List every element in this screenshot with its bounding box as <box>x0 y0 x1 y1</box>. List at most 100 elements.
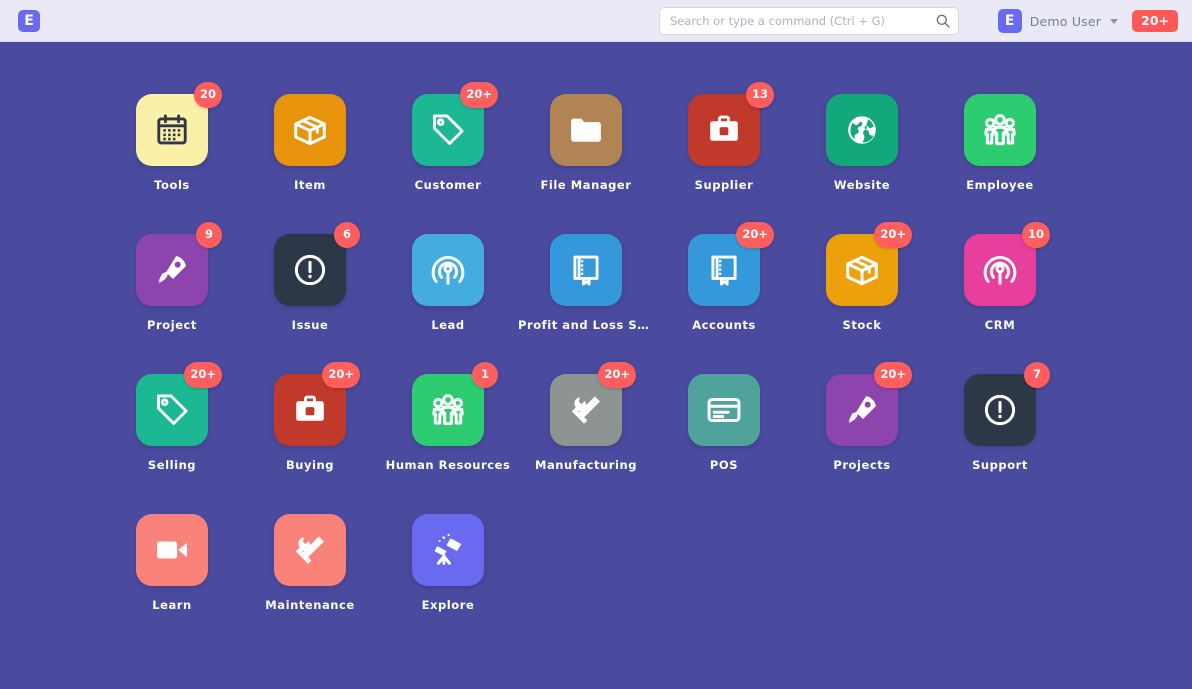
app-tile[interactable]: Employee <box>931 94 1069 234</box>
search-container <box>659 7 959 35</box>
app-tile-icon-wrap: 20+ <box>688 234 760 306</box>
app-tile-label: Support <box>972 458 1028 472</box>
app-tile-label: Project <box>147 318 197 332</box>
app-tile-icon-wrap: 20+ <box>550 374 622 446</box>
app-tile-label: Accounts <box>692 318 756 332</box>
app-tile-icon-wrap <box>688 374 760 446</box>
app-tile-icon-wrap: 20+ <box>412 94 484 166</box>
app-tile-icon-wrap: 20+ <box>826 234 898 306</box>
app-tile-icon-wrap: 13 <box>688 94 760 166</box>
app-tile[interactable]: Explore <box>379 514 517 654</box>
app-tile-icon-wrap: 1 <box>412 374 484 446</box>
app-tile[interactable]: Learn <box>103 514 241 654</box>
app-tile[interactable]: 20 Tools <box>103 94 241 234</box>
tools-icon <box>274 514 346 586</box>
app-tile[interactable]: 7 Support <box>931 374 1069 514</box>
app-tile-badge: 20+ <box>598 362 636 388</box>
app-tile-icon-wrap <box>412 514 484 586</box>
app-tile-badge: 20+ <box>460 82 498 108</box>
app-tile-badge: 10 <box>1022 222 1050 248</box>
app-tile-label: Learn <box>152 598 192 612</box>
top-navbar: E E Demo User 20+ <box>0 0 1192 42</box>
app-tile-label: Buying <box>286 458 334 472</box>
app-tile-label: Stock <box>843 318 882 332</box>
rocket-icon <box>136 234 208 306</box>
app-tile-icon-wrap <box>136 514 208 586</box>
app-tile[interactable]: 9Project <box>103 234 241 374</box>
app-tile[interactable]: 20+ Projects <box>793 374 931 514</box>
app-tile-icon-wrap <box>274 514 346 586</box>
video-icon <box>136 514 208 586</box>
app-tile-badge: 13 <box>746 82 774 108</box>
alert-icon <box>964 374 1036 446</box>
app-tile[interactable]: 20+ Accounts <box>655 234 793 374</box>
app-tile[interactable]: 13Supplier <box>655 94 793 234</box>
app-tile[interactable]: 20+Buying <box>241 374 379 514</box>
app-tile-badge: 7 <box>1024 362 1050 388</box>
app-tile-badge: 20+ <box>184 362 222 388</box>
app-tile-icon-wrap: 20+ <box>136 374 208 446</box>
app-tile[interactable]: 10CRM <box>931 234 1069 374</box>
app-tile[interactable]: Item <box>241 94 379 234</box>
app-tile[interactable]: File Manager <box>517 94 655 234</box>
broadcast-icon <box>412 234 484 306</box>
people-icon <box>412 374 484 446</box>
user-menu[interactable]: E Demo User <box>998 9 1118 33</box>
app-tile-icon-wrap: 20 <box>136 94 208 166</box>
search-input[interactable] <box>659 7 959 35</box>
app-tile-icon-wrap <box>412 234 484 306</box>
app-tile-label: Customer <box>415 178 482 192</box>
avatar: E <box>998 9 1022 33</box>
app-tile[interactable]: 20+ Manufacturing <box>517 374 655 514</box>
folder-icon <box>550 94 622 166</box>
app-tile[interactable]: 20+Selling <box>103 374 241 514</box>
app-tile-label: POS <box>710 458 738 472</box>
people-icon <box>964 94 1036 166</box>
app-tile-label: Explore <box>422 598 475 612</box>
brand-logo-icon[interactable]: E <box>18 10 40 32</box>
app-tile-badge: 20+ <box>874 222 912 248</box>
app-tile-label: Issue <box>292 318 329 332</box>
app-tile-badge: 6 <box>334 222 360 248</box>
app-tile-icon-wrap <box>550 234 622 306</box>
app-tile-label: Profit and Loss Stat… <box>518 318 654 332</box>
app-tile-label: Lead <box>431 318 464 332</box>
app-tile-icon-wrap <box>550 94 622 166</box>
app-tile-icon-wrap: 20+ <box>826 374 898 446</box>
chevron-down-icon <box>1110 19 1118 24</box>
app-tile[interactable]: Maintenance <box>241 514 379 654</box>
app-tile[interactable]: Website <box>793 94 931 234</box>
app-tile[interactable]: 1 Human Resources <box>379 374 517 514</box>
app-tile[interactable]: 20+ Stock <box>793 234 931 374</box>
app-tile-icon-wrap <box>964 94 1036 166</box>
app-tile-badge: 20+ <box>736 222 774 248</box>
broadcast-icon <box>964 234 1036 306</box>
app-tile-label: Tools <box>154 178 190 192</box>
app-tile-icon-wrap <box>826 94 898 166</box>
app-tile-icon-wrap: 7 <box>964 374 1036 446</box>
book-icon <box>550 234 622 306</box>
app-tile-label: Employee <box>966 178 1033 192</box>
app-tile-label: CRM <box>985 318 1015 332</box>
app-tile[interactable]: 20+ Customer <box>379 94 517 234</box>
app-tile-badge: 1 <box>472 362 498 388</box>
app-tile-badge: 9 <box>196 222 222 248</box>
app-tile-label: Maintenance <box>265 598 354 612</box>
app-tile-icon-wrap <box>274 94 346 166</box>
app-tile[interactable]: POS <box>655 374 793 514</box>
telescope-icon <box>412 514 484 586</box>
app-tile-badge: 20+ <box>322 362 360 388</box>
app-tile[interactable]: Profit and Loss Stat… <box>517 234 655 374</box>
app-tile-label: Human Resources <box>386 458 511 472</box>
notifications-badge[interactable]: 20+ <box>1132 10 1178 33</box>
app-tile-label: Manufacturing <box>535 458 637 472</box>
user-name-label: Demo User <box>1030 14 1101 29</box>
app-tile[interactable]: 6 Issue <box>241 234 379 374</box>
app-tile-label: Projects <box>833 458 890 472</box>
app-tile[interactable]: Lead <box>379 234 517 374</box>
app-tile-label: Item <box>294 178 326 192</box>
app-tile-label: Website <box>834 178 890 192</box>
app-tile-icon-wrap: 6 <box>274 234 346 306</box>
navbar-right-group: E Demo User 20+ <box>998 0 1178 42</box>
globe-icon <box>826 94 898 166</box>
